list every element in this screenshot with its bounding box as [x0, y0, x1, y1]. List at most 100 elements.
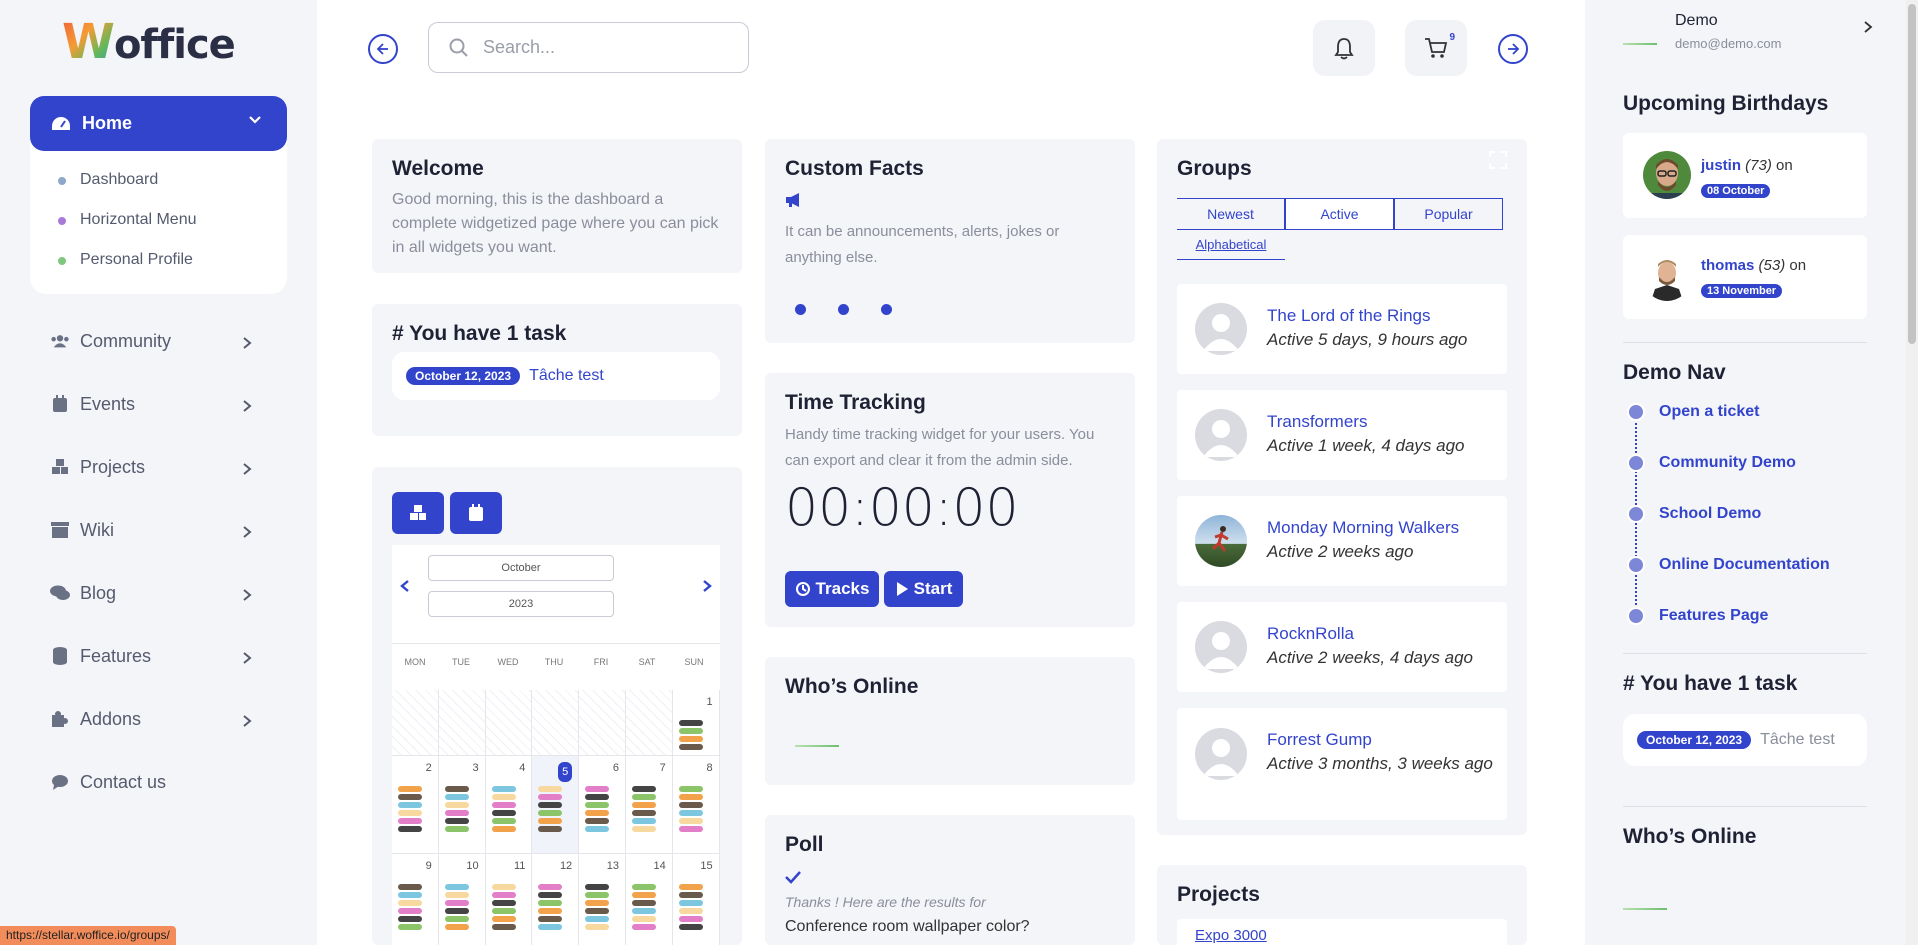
- calendar-day-cell[interactable]: [579, 690, 626, 756]
- calendar-event-bar[interactable]: [538, 884, 563, 890]
- calendar-event-bar[interactable]: [678, 786, 703, 792]
- calendar-event-bar[interactable]: [632, 924, 656, 930]
- group-name[interactable]: RocknRolla: [1267, 624, 1354, 644]
- calendar-event-bar[interactable]: [632, 826, 656, 832]
- calendar-event-bar[interactable]: [585, 924, 610, 930]
- calendar-day-cell[interactable]: 10: [439, 854, 486, 945]
- sidebar-item-community[interactable]: Community: [50, 326, 280, 356]
- calendar-event-bar[interactable]: [678, 736, 703, 742]
- back-button[interactable]: [368, 34, 398, 64]
- calendar-event-bar[interactable]: [444, 794, 469, 800]
- search-input[interactable]: [483, 37, 723, 58]
- calendar-event-bar[interactable]: [398, 916, 422, 922]
- task-name[interactable]: Tâche test: [529, 367, 604, 385]
- calendar-event-bar[interactable]: [444, 892, 469, 898]
- notifications-button[interactable]: [1313, 20, 1375, 76]
- task-name[interactable]: Tâche test: [1760, 731, 1835, 749]
- calendar-day-cell[interactable]: 11: [486, 854, 533, 945]
- calendar-event-bar[interactable]: [585, 908, 610, 914]
- carousel-dot[interactable]: [838, 304, 849, 315]
- calendar-event-bar[interactable]: [585, 794, 610, 800]
- demo-nav-online-documentation[interactable]: Online Documentation: [1627, 556, 1830, 574]
- tab-newest[interactable]: Newest: [1177, 198, 1285, 229]
- calendar-event-bar[interactable]: [398, 794, 422, 800]
- calendar-event-bar[interactable]: [678, 802, 703, 808]
- demo-nav-community-demo[interactable]: Community Demo: [1627, 454, 1796, 472]
- chevron-right-icon[interactable]: [1863, 20, 1873, 34]
- scrollbar-thumb[interactable]: [1908, 4, 1916, 344]
- calendar-event-bar[interactable]: [678, 826, 703, 832]
- calendar-day-cell[interactable]: [392, 690, 439, 756]
- sidebar-item-blog[interactable]: Blog: [50, 578, 280, 608]
- calendar-event-bar[interactable]: [538, 908, 563, 914]
- birthday-name[interactable]: justin: [1701, 157, 1741, 174]
- calendar-day-cell[interactable]: 5: [532, 756, 580, 854]
- calendar-day-cell[interactable]: [438, 690, 486, 756]
- demo-nav-open-ticket[interactable]: Open a ticket: [1627, 403, 1759, 421]
- woffice-logo[interactable]: Woffice: [62, 14, 236, 70]
- calendar-event-bar[interactable]: [538, 786, 563, 792]
- user-name[interactable]: Demo: [1675, 12, 1718, 30]
- avatar-thomas[interactable]: [1643, 253, 1691, 301]
- calendar-event-bar[interactable]: [491, 818, 516, 824]
- calendar-event-bar[interactable]: [491, 794, 516, 800]
- calendar-event-bar[interactable]: [491, 884, 516, 890]
- group-name[interactable]: Forrest Gump: [1267, 730, 1372, 750]
- calendar-day-cell[interactable]: 13: [579, 854, 626, 945]
- group-item[interactable]: The Lord of the Rings Active 5 days, 9 h…: [1177, 284, 1507, 374]
- calendar-event-bar[interactable]: [491, 826, 516, 832]
- calendar-event-bar[interactable]: [538, 892, 563, 898]
- calendar-event-bar[interactable]: [678, 884, 703, 890]
- calendar-event-bar[interactable]: [444, 900, 469, 906]
- calendar-event-bar[interactable]: [538, 916, 563, 922]
- calendar-event-bar[interactable]: [538, 794, 563, 800]
- calendar-event-bar[interactable]: [491, 916, 516, 922]
- calendar-event-bar[interactable]: [632, 884, 656, 890]
- group-name[interactable]: Transformers: [1267, 412, 1367, 432]
- calendar-event-bar[interactable]: [585, 884, 610, 890]
- calendar-day-cell[interactable]: 3: [438, 756, 486, 854]
- calendar-event-bar[interactable]: [444, 884, 469, 890]
- calendar-event-bar[interactable]: [632, 900, 656, 906]
- calendar-event-bar[interactable]: [585, 818, 610, 824]
- calendar-event-bar[interactable]: [444, 916, 469, 922]
- project-name[interactable]: Expo 3000: [1195, 927, 1267, 944]
- calendar-day-cell[interactable]: [626, 690, 673, 756]
- calendar-event-bar[interactable]: [678, 794, 703, 800]
- sub-item-horizontal-menu[interactable]: Horizontal Menu: [58, 211, 197, 229]
- calendar-event-bar[interactable]: [678, 916, 703, 922]
- tab-active[interactable]: Active: [1285, 198, 1394, 229]
- project-item[interactable]: Expo 3000: [1177, 919, 1507, 945]
- calendar-event-bar[interactable]: [678, 810, 703, 816]
- search-box[interactable]: [428, 22, 749, 73]
- sidebar-item-addons[interactable]: Addons: [50, 704, 280, 734]
- sidebar-item-wiki[interactable]: Wiki: [50, 515, 280, 545]
- group-name[interactable]: The Lord of the Rings: [1267, 306, 1430, 326]
- sub-item-dashboard[interactable]: Dashboard: [58, 171, 158, 189]
- calendar-event-bar[interactable]: [398, 900, 422, 906]
- avatar-justin[interactable]: [1643, 151, 1691, 199]
- calendar-event-bar[interactable]: [444, 908, 469, 914]
- calendar-event-bar[interactable]: [491, 802, 516, 808]
- calendar-event-bar[interactable]: [398, 786, 422, 792]
- calendar-event-bar[interactable]: [585, 826, 610, 832]
- calendar-event-bar[interactable]: [678, 900, 703, 906]
- calendar-event-bar[interactable]: [678, 720, 703, 726]
- calendar-event-bar[interactable]: [585, 900, 610, 906]
- birthday-name[interactable]: thomas: [1701, 257, 1754, 274]
- carousel-dot[interactable]: [795, 304, 806, 315]
- start-button[interactable]: Start: [884, 571, 963, 607]
- toggle-right-panel-button[interactable]: [1498, 34, 1528, 64]
- calendar-event-bar[interactable]: [585, 802, 610, 808]
- calendar-event-bar[interactable]: [398, 810, 422, 816]
- calendar-event-bar[interactable]: [491, 810, 516, 816]
- calendar-event-bar[interactable]: [398, 924, 422, 930]
- calendar-event-bar[interactable]: [444, 818, 469, 824]
- calendar-event-bar[interactable]: [538, 826, 563, 832]
- calendar-day-cell[interactable]: 6: [579, 756, 626, 854]
- calendar-view-button[interactable]: [450, 492, 502, 534]
- calendar-day-cell[interactable]: 9: [392, 854, 439, 945]
- calendar-event-bar[interactable]: [491, 786, 516, 792]
- calendar-day-cell[interactable]: 1: [672, 690, 720, 756]
- calendar-event-bar[interactable]: [444, 810, 469, 816]
